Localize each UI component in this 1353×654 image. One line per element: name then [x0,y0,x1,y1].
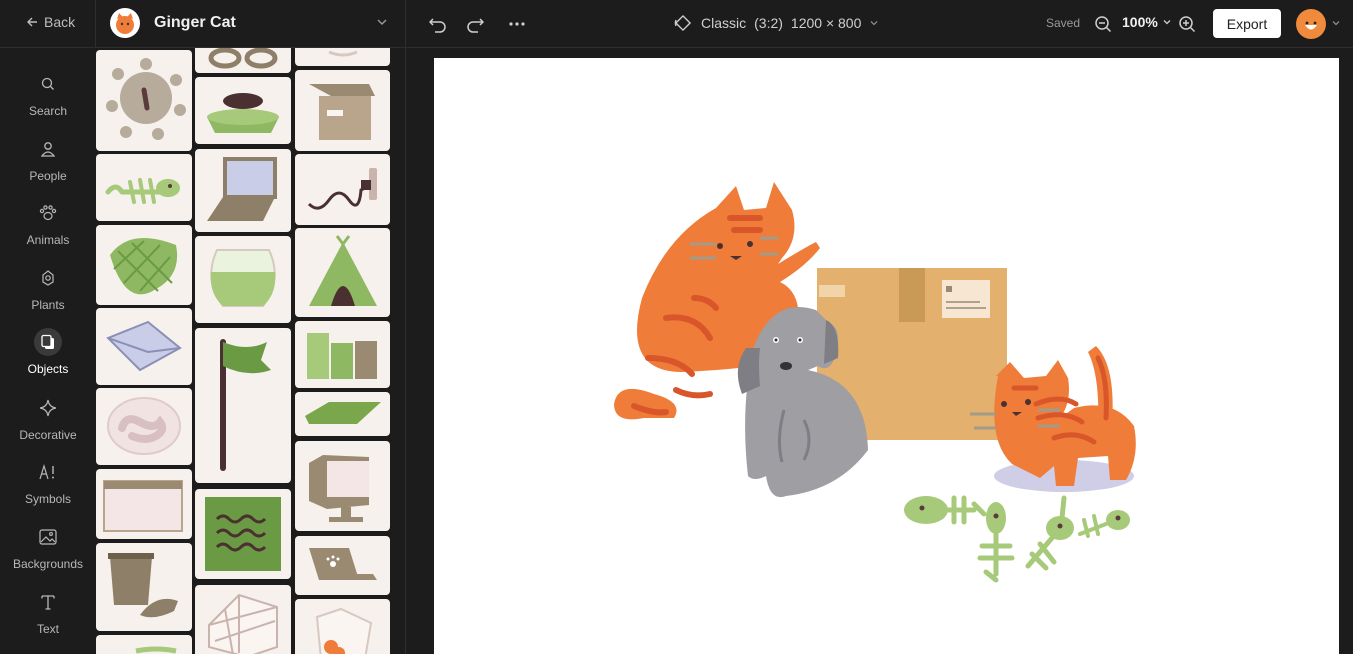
symbols-icon [34,458,62,486]
back-label: Back [44,14,76,30]
rail-item-label: Text [36,622,59,636]
export-button[interactable]: Export [1213,9,1281,38]
rail-item-label: Symbols [24,492,71,506]
envelope-asset[interactable] [96,308,192,385]
rail-item-backgrounds[interactable]: Backgrounds [0,523,96,579]
fishbowl-asset[interactable] [195,236,291,323]
monitor-asset[interactable] [295,441,390,531]
books-asset[interactable] [295,321,390,388]
image-icon [34,523,62,551]
project-name: Ginger Cat [154,14,236,31]
objects-icon [34,328,62,356]
project-logo [110,8,140,38]
pet-bowl-asset[interactable] [195,77,291,144]
design-canvas[interactable] [434,58,1339,654]
rail-item-label: Objects [27,362,69,376]
cage-asset[interactable] [195,585,291,654]
zoom-level: 100% [1122,14,1158,30]
rail-item-label: Animals [26,233,70,247]
notepad-asset[interactable] [195,489,291,579]
sparkle-icon [34,394,62,422]
pinecone-asset[interactable] [96,225,192,305]
avatar[interactable] [1296,9,1326,39]
asset-panel [96,48,405,654]
rail-item-label: Plants [31,298,65,312]
text-icon [34,588,62,616]
chevron-down-icon[interactable] [376,16,388,28]
format-ratio: (3:2) [754,15,783,31]
rail-item-label: Backgrounds [12,557,84,571]
undo-icon[interactable] [427,13,449,35]
save-status: Saved [1046,16,1081,30]
rail-item-objects[interactable]: Objects [0,328,96,384]
redo-icon[interactable] [464,13,486,35]
fish-bones-illustration[interactable] [904,495,1130,583]
coffee-cup-asset[interactable] [295,48,390,66]
flag-asset[interactable] [195,328,291,483]
chevron-down-icon [870,21,878,26]
tent-asset[interactable] [295,228,390,317]
rail-item-label: Decorative [19,428,77,442]
mat-asset[interactable] [295,392,390,436]
category-rail: Search People Animals Plants Objects Dec… [0,48,96,654]
trash-can-asset[interactable] [96,543,192,631]
asset-scrollbar[interactable] [396,48,402,654]
person-icon [34,135,62,163]
top-bar: Back Ginger Cat Classic (3:2) 1200 × 800… [0,0,1353,48]
format-label: Classic [701,15,747,31]
cardboard-box-asset[interactable] [295,70,390,151]
search-icon [34,70,62,98]
rail-item-text[interactable]: Text [0,588,96,644]
jar-asset[interactable] [96,635,192,654]
rail-item-search[interactable]: Search [0,70,96,126]
rail-item-label: Search [28,104,68,118]
rotate-icon [674,14,692,32]
rail-item-plants[interactable]: Plants [0,264,96,320]
worm-asset[interactable] [96,388,192,465]
zoom-out-icon[interactable] [1092,13,1114,35]
zoom-level-dropdown[interactable]: 100% [1122,14,1172,30]
more-options-icon[interactable] [506,13,528,35]
virus-asset[interactable] [96,50,192,151]
rail-item-label: People [29,169,67,183]
rail-item-people[interactable]: People [0,135,96,191]
zoom-in-icon[interactable] [1176,13,1198,35]
rail-item-decorative[interactable]: Decorative [0,394,96,450]
arrow-left-icon [27,17,37,27]
project-selector[interactable]: Ginger Cat [110,8,236,38]
glasses-asset[interactable] [195,48,291,73]
back-button[interactable]: Back [26,14,75,30]
chevron-down-icon [1163,20,1171,25]
laptop-paw-asset[interactable] [295,536,390,595]
paw-icon [34,199,62,227]
fish-bone-asset[interactable] [96,154,192,221]
browser-window-asset[interactable] [96,469,192,539]
rail-item-symbols[interactable]: Symbols [0,458,96,514]
jar-asset[interactable] [295,599,390,654]
flower-icon [34,264,62,292]
rail-item-animals[interactable]: Animals [0,199,96,255]
laptop-asset[interactable] [195,149,291,232]
canvas-area [406,48,1353,654]
chevron-down-icon[interactable] [1331,18,1341,28]
canvas-format-selector[interactable]: Classic (3:2) 1200 × 800 [673,13,879,33]
format-size: 1200 × 800 [790,15,862,31]
plug-asset[interactable] [295,154,390,225]
